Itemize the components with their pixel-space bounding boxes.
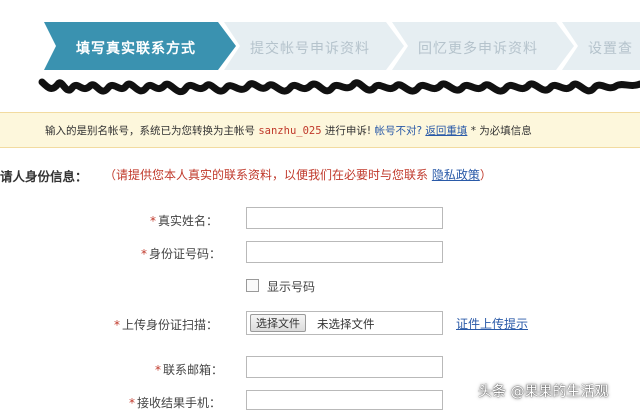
phone-input[interactable] <box>246 390 443 410</box>
required-star: * <box>114 318 120 332</box>
choose-file-button[interactable]: 选择文件 <box>250 314 306 332</box>
real-name-label-text: 真实姓名： <box>158 214 219 228</box>
upload-tip-link[interactable]: 证件上传提示 <box>456 315 528 332</box>
id-scan-label: * 上传身份证扫描： <box>114 316 218 333</box>
email-input[interactable] <box>246 356 443 378</box>
real-name-input[interactable] <box>246 207 443 229</box>
file-status-text: 未选择文件 <box>317 317 375 331</box>
watermark-text: 头条 @果果的生活观 <box>478 384 609 400</box>
email-label-text: 联系邮箱： <box>163 363 224 377</box>
show-number-option[interactable]: 显示号码 <box>246 278 315 295</box>
account-notice-bar: 输入的是别名帐号，系统已为您转换为主帐号 sanzhu_025 进行申诉! 帐号… <box>0 112 640 148</box>
id-number-label: * 身份证号码： <box>141 245 221 262</box>
id-number-label-text: 身份证号码： <box>149 247 222 261</box>
required-star: * <box>155 363 161 377</box>
show-number-label: 显示号码 <box>267 280 316 294</box>
step-4-label: 设置查 <box>588 41 633 57</box>
id-number-input[interactable] <box>246 241 443 263</box>
real-name-label: * 真实姓名： <box>150 212 218 229</box>
step-1-label: 填写真实联系方式 <box>76 41 196 57</box>
section-hint-text: （请提供您本人真实的联系资料，以便我们在必要时与您联系 <box>104 168 432 182</box>
notice-username: sanzhu_025 <box>258 125 322 137</box>
show-number-checkbox[interactable] <box>246 279 259 292</box>
step-2-label: 提交帐号申诉资料 <box>250 41 370 57</box>
phone-label-text: 接收结果手机： <box>137 396 222 410</box>
id-scan-label-text: 上传身份证扫描： <box>122 318 219 332</box>
notice-middle: 进行申诉! <box>321 125 375 137</box>
step-3-label: 回忆更多申诉资料 <box>418 41 538 57</box>
required-star: * <box>141 247 147 261</box>
notice-suffix: * 为必填信息 <box>467 125 532 137</box>
section-hint: （请提供您本人真实的联系资料，以便我们在必要时与您联系 隐私政策） <box>104 166 492 183</box>
privacy-policy-link[interactable]: 隐私政策 <box>432 168 480 182</box>
required-star: * <box>129 396 135 410</box>
return-refill-link[interactable]: 返回重填 <box>425 125 467 137</box>
notice-prefix: 输入的是别名帐号，系统已为您转换为主帐号 <box>45 125 259 137</box>
id-scan-file-input[interactable]: 选择文件 未选择文件 <box>246 311 443 335</box>
section-hint-close: ） <box>479 168 492 182</box>
required-star: * <box>150 214 156 228</box>
email-label: * 联系邮箱： <box>155 361 223 378</box>
phone-label: * 接收结果手机： <box>129 394 221 411</box>
redaction-scribble <box>38 78 640 96</box>
notice-wrong-account: 帐号不对? <box>374 125 423 137</box>
section-title: 请人身份信息： <box>0 169 88 184</box>
